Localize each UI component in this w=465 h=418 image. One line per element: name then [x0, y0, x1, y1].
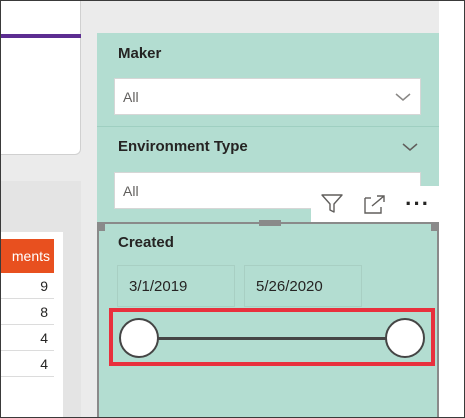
- table-row: 8: [1, 299, 54, 325]
- start-date-input[interactable]: 3/1/2019: [117, 265, 235, 307]
- date-range-slider-track[interactable]: [138, 337, 404, 340]
- table-visual[interactable]: ments 9 8 4 4: [1, 232, 63, 417]
- cell-value: 9: [40, 277, 48, 294]
- slider-end-handle[interactable]: [385, 318, 425, 358]
- maker-dropdown-value: All: [123, 88, 139, 105]
- visual-header-toolbar: ···: [311, 186, 439, 222]
- more-options-icon: ···: [405, 191, 431, 216]
- resize-handle-top-left[interactable]: [97, 222, 105, 231]
- slicer-divider: [97, 126, 439, 127]
- resize-handle-top[interactable]: [259, 220, 281, 226]
- filter-button[interactable]: [317, 189, 347, 219]
- resize-handle-top-right[interactable]: [431, 222, 439, 231]
- more-options-button[interactable]: ···: [403, 189, 433, 219]
- maker-dropdown[interactable]: All: [114, 78, 421, 115]
- cell-value: 4: [40, 329, 48, 346]
- canvas-gap: [81, 1, 97, 417]
- slider-start-handle[interactable]: [119, 318, 159, 358]
- collapse-chevron-icon[interactable]: [401, 141, 419, 153]
- filter-icon: [321, 194, 344, 213]
- table-row: 4: [1, 351, 54, 377]
- table-row: 4: [1, 325, 54, 351]
- table-row: 9: [1, 273, 54, 299]
- column-header-comments[interactable]: ments: [1, 239, 54, 273]
- focus-mode-icon: [364, 195, 385, 214]
- canvas-right-margin: [439, 1, 464, 417]
- cell-value: 4: [40, 355, 48, 372]
- focus-mode-button[interactable]: [360, 189, 390, 219]
- maker-label: Maker: [118, 45, 162, 62]
- created-label: Created: [118, 234, 174, 251]
- environment-type-label: Environment Type: [118, 138, 248, 155]
- chevron-down-icon: [395, 93, 411, 101]
- environment-type-dropdown-value: All: [123, 182, 139, 199]
- top-visual-card[interactable]: [1, 1, 81, 155]
- accent-bar: [1, 34, 81, 38]
- start-date-value: 3/1/2019: [129, 277, 188, 295]
- end-date-input[interactable]: 5/26/2020: [244, 265, 362, 307]
- cell-value: 8: [40, 303, 48, 320]
- end-date-value: 5/26/2020: [256, 277, 323, 295]
